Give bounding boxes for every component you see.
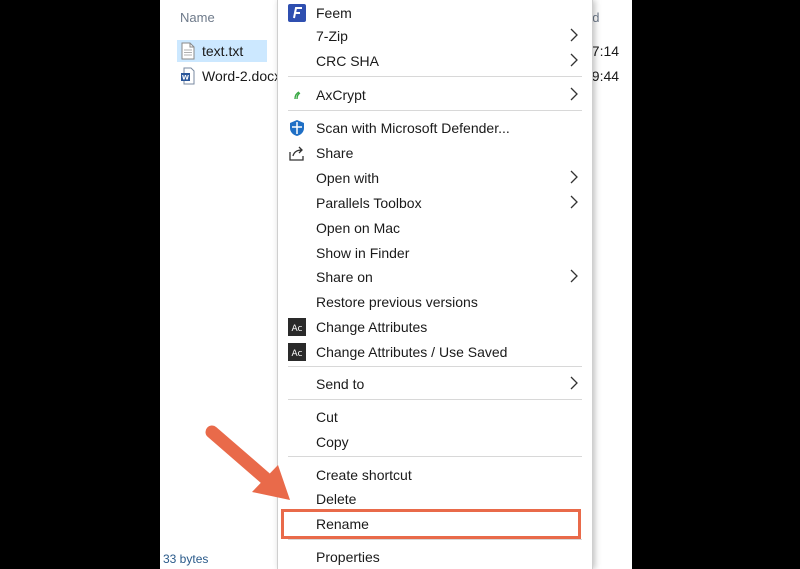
menu-item-share-on[interactable]: Share on [278,264,592,289]
menu-item-restore-previous-versions[interactable]: Restore previous versions [278,289,592,314]
file-name: Word-2.docx [202,68,282,84]
change-attributes-icon: Ac [288,342,306,361]
chevron-right-icon [570,269,578,283]
rename-highlight-box [281,509,581,539]
menu-separator [288,399,582,400]
menu-item-label: CRC SHA [316,52,380,69]
menu-item-label: Delete [316,490,357,507]
menu-item-label: AxCrypt [316,86,366,103]
chevron-right-icon [570,87,578,101]
feem-icon [288,3,306,22]
context-menu: Feem 7-Zip CRC SHA AxCrypt Scan with Mic… [277,0,593,569]
file-name: text.txt [202,43,244,59]
menu-item-change-attributes[interactable]: Ac Change Attributes [278,314,592,339]
menu-item-scan-defender[interactable]: Scan with Microsoft Defender... [278,115,592,140]
menu-item-properties[interactable]: Properties [278,544,592,569]
menu-item-copy[interactable]: Copy [278,429,592,454]
menu-item-label: Properties [316,548,380,565]
change-attributes-icon-text: Ac [292,324,303,334]
chevron-right-icon [570,53,578,67]
menu-item-label: Copy [316,433,349,450]
menu-item-share[interactable]: Share [278,140,592,165]
menu-item-create-shortcut[interactable]: Create shortcut [278,462,592,487]
chevron-right-icon [570,28,578,42]
menu-separator [288,539,582,540]
menu-item-label: Feem [316,4,352,21]
menu-item-feem[interactable]: Feem [278,0,592,25]
menu-item-label: Show in Finder [316,244,410,261]
menu-item-delete[interactable]: Delete [278,486,592,511]
menu-item-label: 7-Zip [316,27,348,44]
menu-item-label: Change Attributes / Use Saved [316,343,508,360]
share-icon [288,144,306,162]
menu-item-7zip[interactable]: 7-Zip [278,23,592,48]
menu-separator [288,366,582,367]
menu-item-label: Open on Mac [316,219,401,236]
menu-item-axcrypt[interactable]: AxCrypt [278,82,592,107]
chevron-right-icon [570,376,578,390]
menu-item-label: Send to [316,375,365,392]
word-file-icon: W [181,67,195,85]
menu-item-change-attributes-use-saved[interactable]: Ac Change Attributes / Use Saved [278,339,592,364]
menu-item-open-with[interactable]: Open with [278,165,592,190]
menu-item-send-to[interactable]: Send to [278,371,592,396]
change-attributes-icon: Ac [288,317,306,336]
svg-text:W: W [182,74,189,82]
menu-item-cut[interactable]: Cut [278,404,592,429]
change-attributes-icon-text: Ac [292,349,303,359]
menu-item-label: Scan with Microsoft Defender... [316,119,510,136]
axcrypt-icon [288,86,306,104]
chevron-right-icon [570,170,578,184]
menu-item-open-on-mac[interactable]: Open on Mac [278,215,592,240]
status-bar-text: 33 bytes [163,552,209,566]
menu-item-label: Share on [316,268,373,285]
file-row-text[interactable]: text.txt [177,40,267,62]
menu-item-label: Parallels Toolbox [316,194,422,211]
menu-item-crc-sha[interactable]: CRC SHA [278,48,592,73]
text-file-icon [181,42,195,60]
menu-separator [288,110,582,111]
name-column-header[interactable]: Name [180,10,215,25]
menu-item-show-in-finder[interactable]: Show in Finder [278,240,592,265]
menu-item-parallels-toolbox[interactable]: Parallels Toolbox [278,190,592,215]
menu-item-label: Create shortcut [316,466,412,483]
menu-separator [288,456,582,457]
chevron-right-icon [570,195,578,209]
menu-item-label: Change Attributes [316,318,428,335]
menu-item-label: Open with [316,169,380,186]
menu-item-label: Share [316,144,354,161]
pointer-arrow-icon [205,425,290,500]
menu-separator [288,76,582,77]
menu-item-label: Restore previous versions [316,293,478,310]
defender-shield-icon [288,119,306,137]
